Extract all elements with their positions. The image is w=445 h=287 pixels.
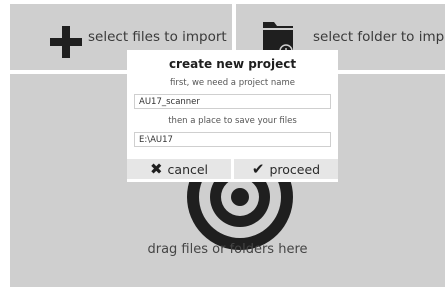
dialog-title: create new project xyxy=(168,57,297,71)
cancel-button[interactable]: ✖ cancel xyxy=(127,159,231,179)
project-name-prompt: first, we need a project name xyxy=(169,78,296,88)
plus-icon xyxy=(50,26,82,58)
drop-zone-label: drag files or folders here xyxy=(147,242,308,257)
select-folder-label: select folder to import xyxy=(313,29,445,45)
save-location-input[interactable] xyxy=(134,132,331,147)
proceed-label: proceed xyxy=(269,161,321,177)
app-window: select files to import select folder to … xyxy=(0,0,445,287)
create-project-dialog: create new project first, we need a proj… xyxy=(127,50,338,182)
save-location-prompt: then a place to save your files xyxy=(168,116,297,126)
checkmark-icon: ✔ xyxy=(251,159,265,178)
x-icon: ✖ xyxy=(149,159,163,178)
proceed-button[interactable]: ✔ proceed xyxy=(234,159,338,179)
project-name-input[interactable] xyxy=(134,94,331,109)
select-files-label: select files to import xyxy=(88,29,227,45)
cancel-label: cancel xyxy=(167,161,209,177)
